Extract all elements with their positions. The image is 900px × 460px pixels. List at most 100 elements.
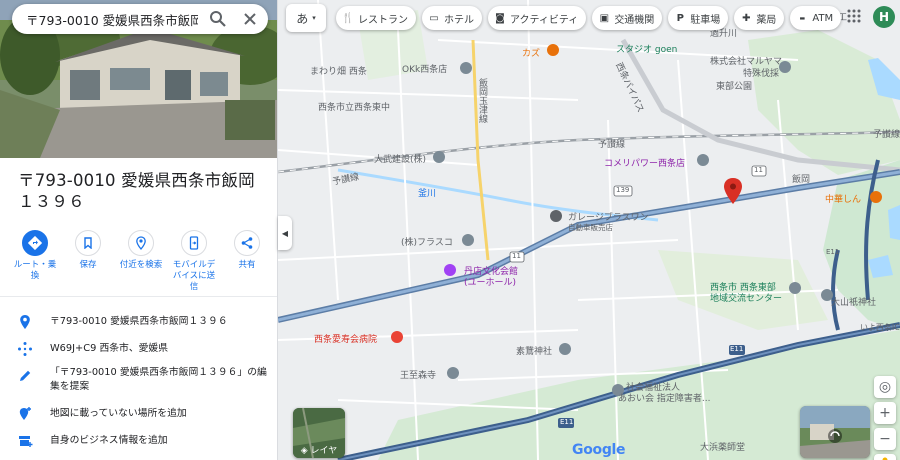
- map-label-tobu-park[interactable]: 東部公園: [716, 79, 752, 92]
- action-bar: ルート・乗換 保存 付近を検索 モバイルデバイスに送信 共有: [10, 230, 272, 293]
- nearby-button[interactable]: 付近を検索: [116, 230, 166, 293]
- bookmark-icon: [75, 230, 101, 256]
- directions-icon: [22, 230, 48, 256]
- place-panel: 〒793-0010 愛媛県西条市飯岡１３９ 〒793-0010 愛媛県西条市飯岡…: [0, 0, 278, 460]
- map-label-center-2: 地域交流センター: [710, 294, 783, 304]
- route-11-shield-a: 11: [754, 166, 763, 174]
- map-label-yosen-2: 予讃線: [598, 140, 626, 150]
- send-to-phone-label: モバイルデバイスに送信: [172, 260, 216, 292]
- send-to-phone-button[interactable]: モバイルデバイスに送信: [169, 230, 219, 293]
- map-label-studio[interactable]: スタジオ goen: [616, 42, 677, 55]
- map-canvas[interactable]: カズ スタジオ goen 株式会社マルヤマ 特殊伐採 東部公園 まわり畑 西条 …: [278, 0, 900, 460]
- map-label-tokushu[interactable]: 特殊伐採: [743, 66, 779, 79]
- maps-app: 〒793-0010 愛媛県西条市飯岡１３９ 〒793-0010 愛媛県西条市飯岡…: [0, 0, 900, 460]
- chip-parking-label: 駐車場: [690, 14, 721, 26]
- layers-button[interactable]: ◈ レイヤ: [293, 408, 345, 458]
- add-business-text: 自身のビジネス情報を追加: [50, 435, 168, 446]
- chip-parking[interactable]: P 駐車場: [668, 6, 729, 30]
- chip-pharmacy[interactable]: ✚ 薬局: [734, 6, 785, 30]
- zoom-in-button[interactable]: +: [874, 402, 896, 424]
- map-label-sogatsu[interactable]: 素鵞神社: [516, 344, 552, 357]
- atm-icon: ▬: [799, 14, 806, 22]
- map-controls: ◎ + −: [874, 376, 896, 460]
- route-139-shield: 139: [616, 186, 630, 194]
- pharmacy-icon: ✚: [742, 12, 751, 24]
- map-label-daibu[interactable]: 大武建設(株): [374, 152, 426, 165]
- suggest-edit-text: 「〒793-0010 愛媛県西条市飯岡１３９６」の編集を提案: [50, 367, 267, 392]
- chevron-left-icon: ◀: [281, 228, 289, 238]
- suggest-edit-row[interactable]: 「〒793-0010 愛媛県西条市飯岡１３９６」の編集を提案: [0, 362, 277, 398]
- divider: [0, 296, 277, 297]
- address-row[interactable]: 〒793-0010 愛媛県西条市飯岡１３９６: [0, 309, 277, 335]
- plus-code-row[interactable]: W69J+C9 西条市、愛媛県: [0, 336, 277, 362]
- e11-label-c: E11: [826, 248, 840, 256]
- search-box[interactable]: 〒793-0010 愛媛県西条市飯岡１３９: [12, 4, 268, 34]
- map-label-oohama[interactable]: 大浜薬師堂: [700, 440, 745, 453]
- chip-atm[interactable]: ▬ ATM: [790, 6, 842, 30]
- share-icon: [234, 230, 260, 256]
- map-label-iyo-saijo-ic: いよ西条IC: [860, 323, 900, 332]
- google-logo: Google: [572, 442, 626, 458]
- map-label-hospital[interactable]: 西条愛寿会病院: [314, 332, 377, 345]
- search-input[interactable]: 〒793-0010 愛媛県西条市飯岡１３９: [26, 10, 198, 29]
- map-label-shrine[interactable]: 大山祇神社: [831, 295, 876, 308]
- chip-hotel[interactable]: ▭ ホテル: [422, 6, 482, 30]
- account-avatar[interactable]: H: [873, 6, 895, 28]
- map-label-fukushi-2: あおい会 指定障害者...: [618, 394, 711, 404]
- my-location-button[interactable]: ◎: [874, 376, 896, 398]
- layers-label: ◈ レイヤ: [300, 446, 338, 456]
- save-label: 保存: [79, 260, 97, 270]
- collapse-panel-button[interactable]: ◀: [278, 216, 292, 250]
- category-chips: 🍴 レストラン ▭ ホテル ◙ アクティビティ ▣ 交通機関 P 駐車場 ✚ 薬局 ▬ ATM: [336, 6, 842, 30]
- directions-button[interactable]: ルート・乗換: [10, 230, 60, 293]
- map-label-junior-high[interactable]: 西条市立西条東中: [318, 100, 390, 113]
- zoom-out-button[interactable]: −: [874, 428, 896, 450]
- e11-shield-a: E11: [730, 345, 744, 353]
- place-title: 〒793-0010 愛媛県西条市飯岡１３９６: [18, 171, 255, 211]
- street-view-thumbnail[interactable]: [800, 406, 870, 458]
- chip-restaurant[interactable]: 🍴 レストラン: [336, 6, 416, 30]
- chip-activity[interactable]: ◙ アクティビティ: [488, 6, 587, 30]
- save-button[interactable]: 保存: [63, 230, 113, 293]
- plus-code-icon: [16, 340, 34, 358]
- add-business-row[interactable]: 自身のビジネス情報を追加: [0, 428, 277, 454]
- plus-code-text: W69J+C9 西条市、愛媛県: [50, 343, 169, 354]
- e11-shield-b: E11: [560, 418, 574, 426]
- chip-atm-label: ATM: [812, 12, 834, 24]
- address-text: 〒793-0010 愛媛県西条市飯岡１３９６: [50, 316, 228, 327]
- pegman-icon[interactable]: [874, 454, 896, 460]
- chip-pharmacy-label: 薬局: [756, 14, 777, 26]
- map-label-okk[interactable]: OKk西条店: [402, 62, 447, 75]
- apps-grid-icon[interactable]: [846, 8, 862, 24]
- pencil-icon: [16, 367, 34, 385]
- map-label-kaz[interactable]: カズ: [522, 46, 540, 59]
- add-place-icon: [16, 405, 34, 423]
- search-icon[interactable]: [208, 9, 228, 29]
- close-icon[interactable]: [240, 9, 260, 29]
- parking-icon: P: [676, 12, 684, 24]
- chip-transit[interactable]: ▣ 交通機関: [592, 6, 663, 30]
- chip-hotel-label: ホテル: [444, 14, 474, 26]
- map-label-iioka-tamazumi: 飯岡玉津線: [477, 78, 487, 123]
- map-label-mawari[interactable]: まわり畑 西条: [310, 64, 367, 77]
- chevron-down-icon: ▾: [312, 14, 316, 22]
- map-label-chuka[interactable]: 中華しん: [825, 192, 861, 205]
- map-label-iioka: 飯岡: [792, 175, 811, 185]
- crosshair-icon: ◎: [878, 379, 892, 395]
- directions-label: ルート・乗換: [13, 260, 57, 281]
- input-tool-button[interactable]: あ ▾: [286, 4, 326, 32]
- transit-icon: ▣: [599, 12, 610, 24]
- chip-transit-label: 交通機関: [614, 14, 655, 26]
- map-label-garage-sub: 自動車販売店: [568, 223, 613, 232]
- map-label-komeri[interactable]: コメリパワー西条店: [604, 156, 685, 169]
- business-icon: [16, 432, 34, 450]
- map-label-frasco[interactable]: (株)フラスコ: [401, 235, 453, 248]
- share-button[interactable]: 共有: [222, 230, 272, 293]
- map-label-ousou[interactable]: 王至森寺: [400, 368, 436, 381]
- minus-icon: −: [879, 431, 891, 447]
- add-place-text: 地図に載っていない場所を追加: [50, 408, 187, 419]
- nearby-icon: [128, 230, 154, 256]
- map-label-river: 釜川: [418, 189, 437, 199]
- share-label: 共有: [238, 260, 256, 270]
- add-place-row[interactable]: 地図に載っていない場所を追加: [0, 401, 277, 427]
